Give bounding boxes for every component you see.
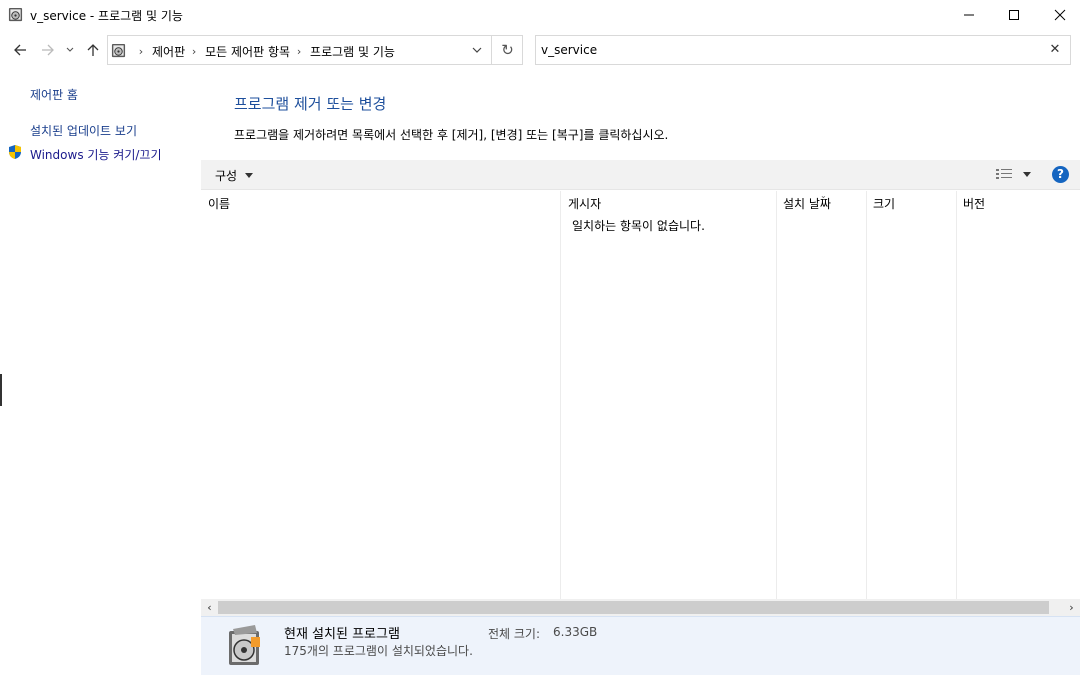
column-divider[interactable] <box>560 191 561 599</box>
details-title: 현재 설치된 프로그램 <box>284 627 400 642</box>
recent-chevron-icon <box>66 47 74 52</box>
breadcrumb-all-items[interactable]: 모든 제어판 항목 <box>205 43 290 60</box>
column-header-name[interactable]: 이름 <box>208 195 230 212</box>
forward-arrow-icon <box>42 44 54 56</box>
details-pane: 현재 설치된 프로그램 전체 크기: 6.33GB 175개의 프로그램이 설치… <box>201 616 1080 675</box>
back-button[interactable] <box>10 40 30 60</box>
breadcrumb-programs-features[interactable]: 프로그램 및 기능 <box>310 43 395 60</box>
breadcrumb: › 제어판 › 모든 제어판 항목 › 프로그램 및 기능 <box>132 43 395 60</box>
windows-features-link[interactable]: Windows 기능 켜기/끄기 <box>30 146 161 163</box>
search-box[interactable]: ✕ <box>535 35 1071 65</box>
control-panel-home-link[interactable]: 제어판 홈 <box>30 86 78 103</box>
program-list[interactable]: 이름 게시자 ⌄ 설치 날짜 크기 버전 일치하는 항목이 없습니다. <box>201 191 1080 599</box>
close-button[interactable] <box>1037 0 1080 30</box>
installed-programs-icon <box>229 625 260 665</box>
minimize-icon <box>964 14 974 16</box>
view-options-dropdown[interactable] <box>1023 172 1031 177</box>
chevron-right-icon[interactable]: › <box>134 45 148 58</box>
instructions-text: 프로그램을 제거하려면 목록에서 선택한 후 [제거], [변경] 또는 [복구… <box>234 128 669 142</box>
address-dropdown-button[interactable] <box>463 36 491 64</box>
horizontal-scrollbar[interactable]: ‹ › <box>201 599 1080 616</box>
address-bar[interactable]: › 제어판 › 모든 제어판 항목 › 프로그램 및 기능 ↻ <box>107 35 523 65</box>
column-divider[interactable] <box>866 191 867 599</box>
forward-button[interactable] <box>38 40 58 60</box>
program-count-text: 175개의 프로그램이 설치되었습니다. <box>284 644 473 658</box>
window-edge <box>0 374 2 406</box>
control-panel-icon <box>111 43 126 58</box>
column-header-publisher[interactable]: 게시자 <box>568 195 601 212</box>
scrollbar-thumb[interactable] <box>218 601 1049 614</box>
column-divider[interactable] <box>956 191 957 599</box>
column-divider[interactable] <box>776 191 777 599</box>
refresh-button[interactable]: ↻ <box>491 36 523 64</box>
help-button[interactable]: ? <box>1052 166 1069 183</box>
left-pane: 제어판 홈 설치된 업데이트 보기 Windows 기능 켜기/끄기 <box>0 70 200 675</box>
maximize-icon <box>1009 10 1019 20</box>
maximize-button[interactable] <box>991 0 1037 30</box>
shield-icon <box>9 145 21 159</box>
page-title: 프로그램 제거 또는 변경 <box>234 95 387 113</box>
command-bar: 구성 ? <box>201 160 1080 190</box>
up-arrow-icon <box>87 44 99 56</box>
scroll-right-icon[interactable]: › <box>1063 599 1080 616</box>
scroll-left-icon[interactable]: ‹ <box>201 599 218 616</box>
back-arrow-icon <box>14 44 26 56</box>
title-bar[interactable]: v_service - 프로그램 및 기능 <box>0 0 1080 30</box>
refresh-icon: ↻ <box>501 41 514 59</box>
up-button[interactable] <box>83 40 103 60</box>
view-installed-updates-link[interactable]: 설치된 업데이트 보기 <box>30 122 137 139</box>
programs-and-features-window: v_service - 프로그램 및 기능 › 제어판 › 모든 제어판 항목 … <box>0 0 1080 675</box>
caret-down-icon <box>245 173 254 178</box>
recent-locations-button[interactable] <box>63 40 77 60</box>
programs-features-icon <box>8 7 23 22</box>
column-header-install-date[interactable]: 설치 날짜 <box>783 195 831 212</box>
total-size-label: 전체 크기: <box>488 627 541 641</box>
search-input[interactable] <box>541 42 1031 58</box>
clear-icon[interactable]: ✕ <box>1048 42 1062 58</box>
empty-list-message: 일치하는 항목이 없습니다. <box>572 219 705 233</box>
close-icon <box>1054 9 1066 21</box>
chevron-down-icon <box>472 47 482 53</box>
minimize-button[interactable] <box>946 0 992 30</box>
view-details-icon[interactable] <box>994 166 1014 182</box>
chevron-right-icon[interactable]: › <box>292 45 306 58</box>
column-header-size[interactable]: 크기 <box>873 195 895 212</box>
organize-label: 구성 <box>215 169 238 183</box>
organize-button[interactable]: 구성 <box>215 167 254 184</box>
breadcrumb-control-panel[interactable]: 제어판 <box>152 43 185 60</box>
window-title: v_service - 프로그램 및 기능 <box>30 9 183 23</box>
total-size-value: 6.33GB <box>553 625 598 639</box>
chevron-right-icon[interactable]: › <box>187 45 201 58</box>
column-header-version[interactable]: 버전 <box>963 195 985 212</box>
